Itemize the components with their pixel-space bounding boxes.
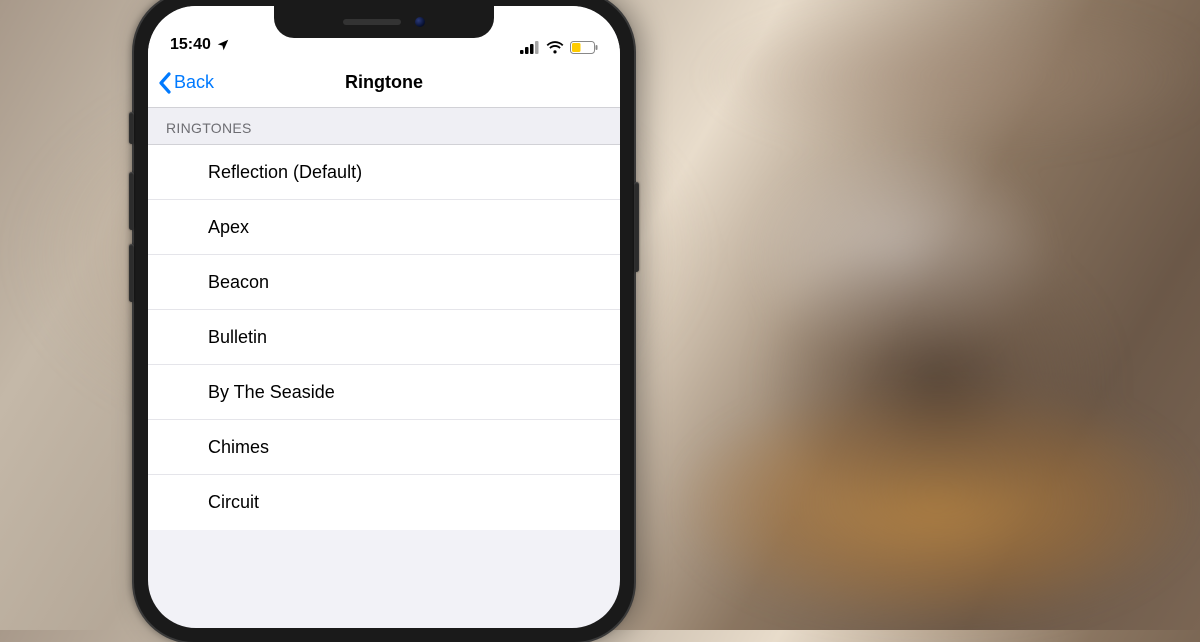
ringtone-label: By The Seaside — [208, 382, 335, 403]
chevron-left-icon — [158, 72, 172, 94]
ringtone-label: Beacon — [208, 272, 269, 293]
ringtone-row[interactable]: By The Seaside — [148, 365, 620, 420]
ringtone-label: Bulletin — [208, 327, 267, 348]
ringtone-row[interactable]: Chimes — [148, 420, 620, 475]
section-header-ringtones: RINGTONES — [148, 108, 620, 145]
back-label: Back — [174, 72, 214, 93]
ringtone-row[interactable]: Circuit — [148, 475, 620, 530]
ringtone-row[interactable]: Beacon — [148, 255, 620, 310]
page-title: Ringtone — [148, 72, 620, 93]
location-arrow-icon — [216, 38, 230, 52]
volume-down-button — [129, 244, 134, 302]
ringtone-list: Reflection (Default) Apex Beacon Bulleti… — [148, 145, 620, 530]
side-button — [634, 182, 639, 272]
ringtone-label: Chimes — [208, 437, 269, 458]
ringtone-row[interactable]: Apex — [148, 200, 620, 255]
navigation-bar: Back Ringtone — [148, 58, 620, 108]
front-camera — [415, 17, 425, 27]
ringtone-row[interactable]: Bulletin — [148, 310, 620, 365]
back-button[interactable]: Back — [158, 72, 214, 94]
ringtone-label: Reflection (Default) — [208, 162, 362, 183]
notch — [274, 6, 494, 38]
earpiece-speaker — [343, 19, 401, 25]
status-time: 15:40 — [170, 36, 211, 54]
volume-up-button — [129, 172, 134, 230]
phone-screen: 15:40 — [148, 6, 620, 628]
battery-icon — [570, 41, 598, 54]
wifi-icon — [546, 41, 564, 54]
ringtone-row[interactable]: Reflection (Default) — [148, 145, 620, 200]
ringtone-label: Circuit — [208, 492, 259, 513]
mute-switch — [129, 112, 134, 144]
ringtone-label: Apex — [208, 217, 249, 238]
cellular-signal-icon — [520, 41, 540, 54]
phone-frame: 15:40 — [134, 0, 634, 642]
